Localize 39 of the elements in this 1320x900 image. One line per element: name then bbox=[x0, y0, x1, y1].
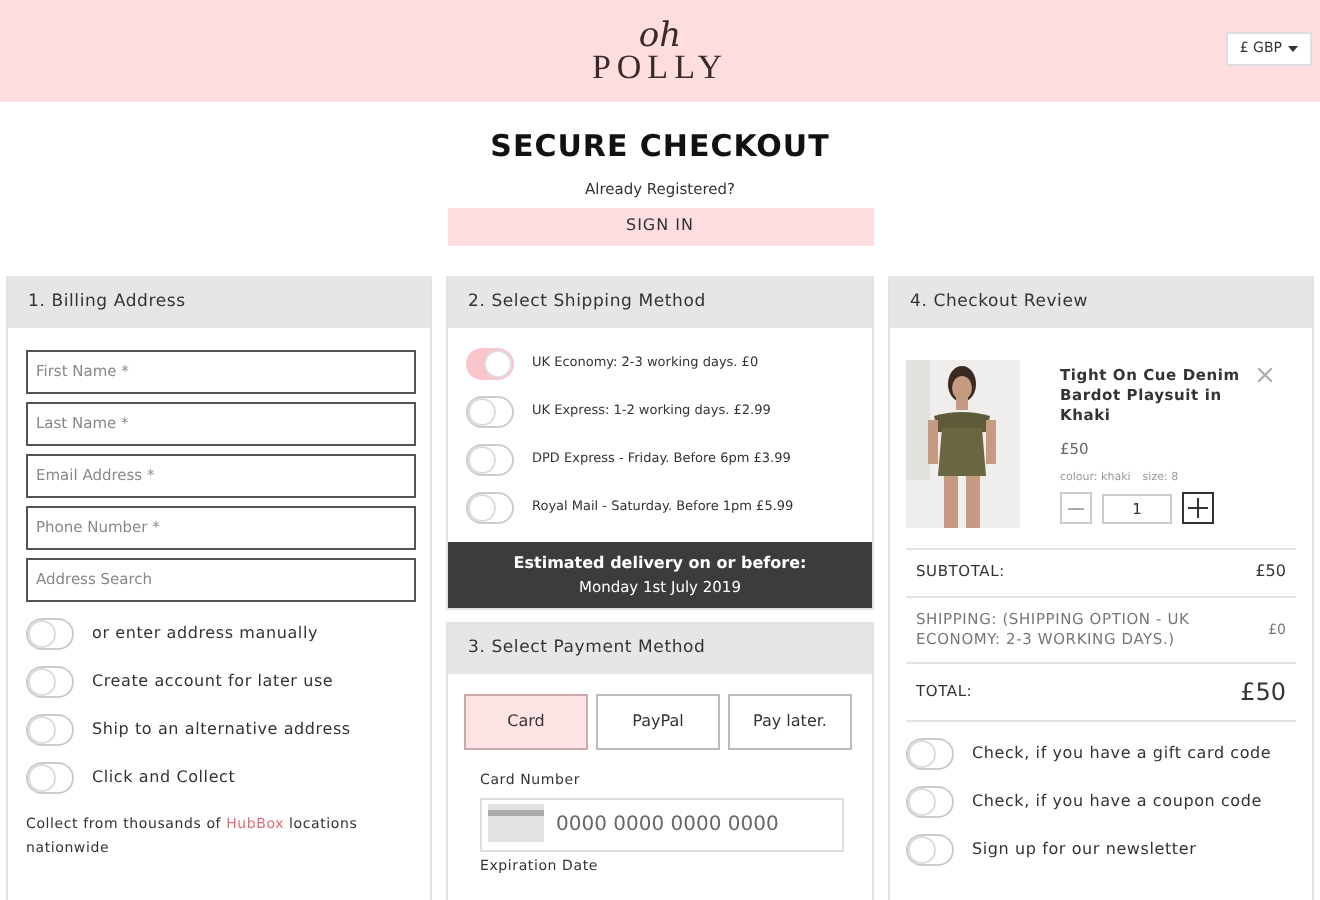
toggle-switch[interactable] bbox=[26, 761, 74, 794]
option-label: Check, if you have a gift card code bbox=[972, 741, 1272, 766]
payment-tab[interactable]: Card bbox=[464, 693, 588, 750]
toggle-switch[interactable] bbox=[26, 665, 74, 698]
increase-button[interactable] bbox=[1182, 492, 1214, 525]
toggle-switch[interactable] bbox=[906, 737, 954, 770]
toggle-switch[interactable] bbox=[26, 617, 74, 650]
panel-header: 1. Billing Address bbox=[8, 277, 430, 328]
option-label: Click and Collect bbox=[92, 765, 236, 790]
page-title: SECURE CHECKOUT bbox=[490, 126, 830, 168]
panel-header: 4. Checkout Review bbox=[890, 277, 1312, 328]
decrease-button[interactable] bbox=[1060, 492, 1092, 525]
close-icon[interactable] bbox=[1258, 367, 1272, 382]
payment-tab[interactable]: Pay later. bbox=[728, 693, 852, 750]
panel-header: 3. Select Payment Method bbox=[448, 623, 872, 674]
toggle-switch[interactable] bbox=[466, 491, 514, 524]
toggle-switch[interactable] bbox=[906, 833, 954, 866]
subtotal-value: £50 bbox=[1255, 560, 1286, 585]
toggle-switch[interactable] bbox=[466, 443, 514, 476]
toggle-switch[interactable] bbox=[906, 785, 954, 818]
sign-in-button[interactable]: SIGN IN bbox=[447, 207, 873, 246]
panel-header: 2. Select Shipping Method bbox=[448, 277, 872, 328]
option-label: Ship to an alternative address bbox=[92, 717, 351, 742]
plus-icon bbox=[1188, 498, 1208, 519]
card-number-field[interactable]: 0000 0000 0000 0000 bbox=[480, 798, 844, 853]
option-label: or enter address manually bbox=[92, 621, 318, 646]
toggle-switch[interactable] bbox=[466, 395, 514, 428]
caret-icon bbox=[1288, 46, 1298, 52]
option-label: Sign up for our newsletter bbox=[972, 837, 1197, 862]
minus-icon bbox=[1068, 507, 1084, 510]
logo[interactable]: oh POLLY bbox=[591, 19, 729, 83]
toggle-switch[interactable] bbox=[466, 347, 514, 380]
total-value: £50 bbox=[1240, 675, 1286, 710]
payment-tab[interactable]: PayPal bbox=[596, 693, 720, 750]
delivery-heading: Estimated delivery on or before: bbox=[513, 551, 807, 576]
credit-card-icon bbox=[488, 804, 544, 843]
toggle-switch[interactable] bbox=[26, 713, 74, 746]
option-label: Check, if you have a coupon code bbox=[972, 789, 1262, 814]
option-label: Create account for later use bbox=[92, 669, 334, 694]
